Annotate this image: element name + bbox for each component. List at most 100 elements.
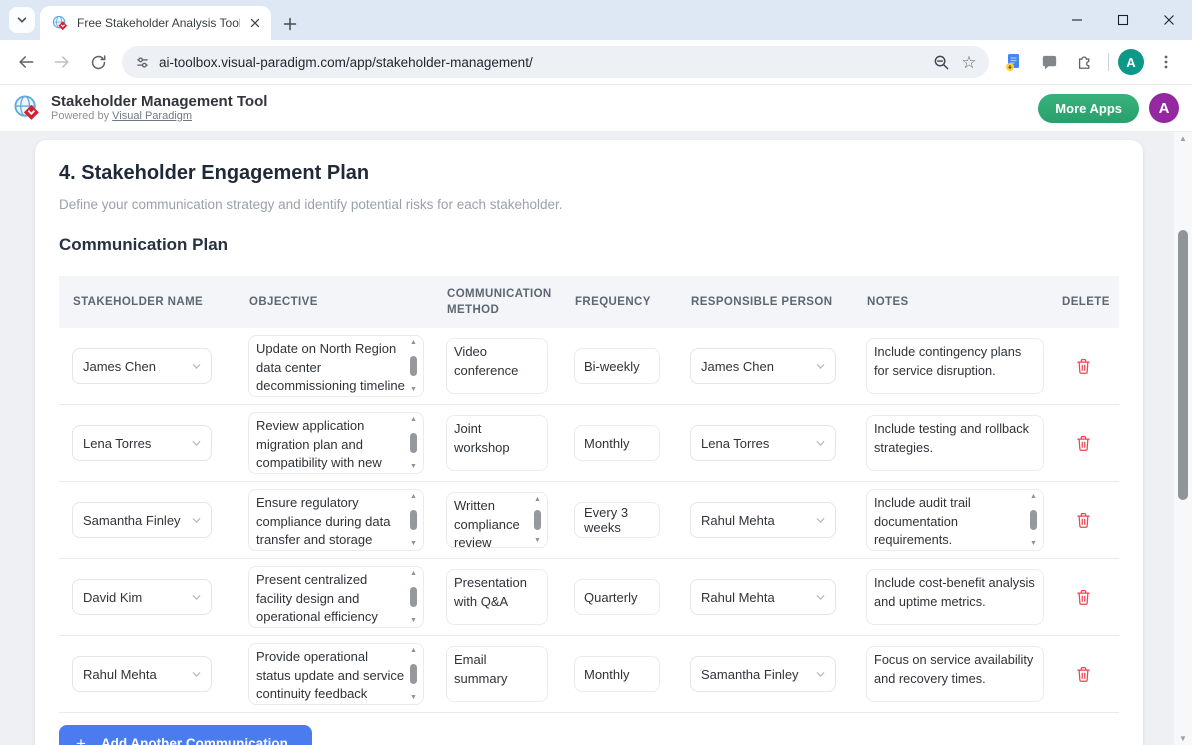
col-header-delete: DELETE: [1048, 294, 1119, 310]
objective-textarea[interactable]: Update on North Region data center decom…: [248, 335, 424, 397]
textarea-scrollbar[interactable]: ▲▼: [1027, 493, 1040, 547]
responsible-select-value: Rahul Mehta: [701, 590, 775, 605]
frequency-input[interactable]: Monthly: [574, 656, 660, 692]
extensions-button[interactable]: [1069, 46, 1101, 78]
textarea-scrollbar[interactable]: ▲▼: [407, 647, 420, 701]
objective-text: Present centralized facility design and …: [249, 567, 423, 628]
puzzle-icon: [1075, 52, 1095, 72]
delete-button[interactable]: [1072, 508, 1095, 533]
url-text[interactable]: ai-toolbox.visual-paradigm.com/app/stake…: [159, 55, 927, 70]
user-avatar[interactable]: A: [1149, 93, 1179, 123]
bookmark-button[interactable]: ☆: [955, 48, 983, 76]
notes-textarea[interactable]: Include testing and rollback strategies.: [866, 415, 1044, 471]
trash-icon: [1076, 589, 1091, 606]
notes-text: Include contingency plans for service di…: [867, 339, 1043, 384]
objective-textarea[interactable]: Review application migration plan and co…: [248, 412, 424, 474]
notes-textarea[interactable]: Include cost-benefit analysis and uptime…: [866, 569, 1044, 625]
delete-button[interactable]: [1072, 354, 1095, 379]
browser-avatar[interactable]: A: [1118, 49, 1144, 75]
objective-textarea[interactable]: Ensure regulatory compliance during data…: [248, 489, 424, 551]
objective-textarea[interactable]: Present centralized facility design and …: [248, 566, 424, 628]
section-title: 4. Stakeholder Engagement Plan: [59, 160, 1119, 186]
close-button[interactable]: [1146, 0, 1192, 40]
frequency-input[interactable]: Monthly: [574, 425, 660, 461]
browser-menu-button[interactable]: [1150, 46, 1182, 78]
responsible-person-select[interactable]: Lena Torres: [690, 425, 836, 461]
docs-extension-button[interactable]: [997, 46, 1029, 78]
col-header-objective: OBJECTIVE: [235, 294, 433, 310]
table-header-row: STAKEHOLDER NAME OBJECTIVE COMMUNICATION…: [59, 276, 1119, 328]
trash-icon: [1076, 435, 1091, 452]
back-button[interactable]: [10, 46, 42, 78]
stakeholder-select[interactable]: David Kim: [72, 579, 212, 615]
tab-strip: Free Stakeholder Analysis Tool |: [0, 0, 1192, 40]
objective-text: Ensure regulatory compliance during data…: [249, 490, 423, 551]
delete-button[interactable]: [1072, 585, 1095, 610]
maximize-button[interactable]: [1100, 0, 1146, 40]
chevron-down-icon: [815, 592, 826, 603]
more-apps-button[interactable]: More Apps: [1038, 94, 1139, 123]
visual-paradigm-link[interactable]: Visual Paradigm: [112, 110, 192, 122]
objective-text: Update on North Region data center decom…: [249, 336, 423, 397]
add-another-communication-button[interactable]: + Add Another Communication: [59, 725, 312, 745]
app-header: Stakeholder Management Tool Powered by V…: [0, 85, 1192, 132]
method-textarea[interactable]: Presentation with Q&A: [446, 569, 548, 625]
chat-extension-button[interactable]: [1033, 46, 1065, 78]
responsible-person-select[interactable]: Rahul Mehta: [690, 579, 836, 615]
responsible-person-select[interactable]: Rahul Mehta: [690, 502, 836, 538]
scroll-up-icon[interactable]: ▲: [1179, 135, 1187, 142]
chevron-down-icon: [191, 515, 202, 526]
notes-textarea[interactable]: Include audit trail documentation requir…: [866, 489, 1044, 551]
zoom-button[interactable]: [927, 48, 955, 76]
add-button-label: Add Another Communication: [101, 736, 288, 745]
new-tab-button[interactable]: [283, 17, 297, 31]
col-header-notes: NOTES: [853, 294, 1048, 310]
chevron-down-icon: [191, 438, 202, 449]
tab-close-icon[interactable]: [246, 15, 263, 32]
frequency-input[interactable]: Bi-weekly: [574, 348, 660, 384]
reload-button[interactable]: [82, 46, 114, 78]
page-background: 4. Stakeholder Engagement Plan Define yo…: [0, 132, 1192, 745]
trash-icon: [1076, 512, 1091, 529]
scrollbar-thumb[interactable]: [1178, 230, 1188, 500]
notes-text: Include audit trail documentation requir…: [867, 490, 1043, 551]
stakeholder-select[interactable]: Samantha Finley: [72, 502, 212, 538]
frequency-value: Monthly: [584, 436, 630, 451]
page-scrollbar[interactable]: ▲ ▼: [1174, 132, 1192, 745]
url-bar[interactable]: ai-toolbox.visual-paradigm.com/app/stake…: [122, 46, 989, 78]
objective-textarea[interactable]: Provide operational status update and se…: [248, 643, 424, 705]
responsible-select-value: Rahul Mehta: [701, 513, 775, 528]
textarea-scrollbar[interactable]: ▲▼: [407, 570, 420, 624]
col-header-responsible-person: RESPONSIBLE PERSON: [677, 294, 853, 310]
stakeholder-select[interactable]: Rahul Mehta: [72, 656, 212, 692]
window-controls: [1054, 0, 1192, 40]
browser-tab[interactable]: Free Stakeholder Analysis Tool |: [40, 6, 271, 40]
tab-search-button[interactable]: [9, 7, 35, 33]
method-textarea[interactable]: Joint workshop: [446, 415, 548, 471]
textarea-scrollbar[interactable]: ▲▼: [531, 496, 544, 544]
textarea-scrollbar[interactable]: ▲▼: [407, 416, 420, 470]
method-textarea[interactable]: Video conference: [446, 338, 548, 394]
notes-textarea[interactable]: Include contingency plans for service di…: [866, 338, 1044, 394]
textarea-scrollbar[interactable]: ▲▼: [407, 339, 420, 393]
responsible-person-select[interactable]: Samantha Finley: [690, 656, 836, 692]
site-info-icon[interactable]: [135, 55, 150, 70]
frequency-input[interactable]: Every 3 weeks: [574, 502, 660, 538]
minimize-button[interactable]: [1054, 0, 1100, 40]
scroll-down-icon[interactable]: ▼: [1179, 735, 1187, 742]
delete-button[interactable]: [1072, 662, 1095, 687]
table-body: James Chen Update on North Region data c…: [59, 328, 1119, 713]
delete-button[interactable]: [1072, 431, 1095, 456]
responsible-person-select[interactable]: James Chen: [690, 348, 836, 384]
stakeholder-select[interactable]: James Chen: [72, 348, 212, 384]
notes-textarea[interactable]: Focus on service availability and recove…: [866, 646, 1044, 702]
stakeholder-select[interactable]: Lena Torres: [72, 425, 212, 461]
frequency-input[interactable]: Quarterly: [574, 579, 660, 615]
chevron-down-icon: [815, 669, 826, 680]
method-textarea[interactable]: Written compliance review ▲▼: [446, 492, 548, 548]
method-textarea[interactable]: Email summary: [446, 646, 548, 702]
textarea-scrollbar[interactable]: ▲▼: [407, 493, 420, 547]
section-subtitle: Define your communication strategy and i…: [59, 196, 1119, 213]
frequency-value: Monthly: [584, 667, 630, 682]
forward-button[interactable]: [46, 46, 78, 78]
